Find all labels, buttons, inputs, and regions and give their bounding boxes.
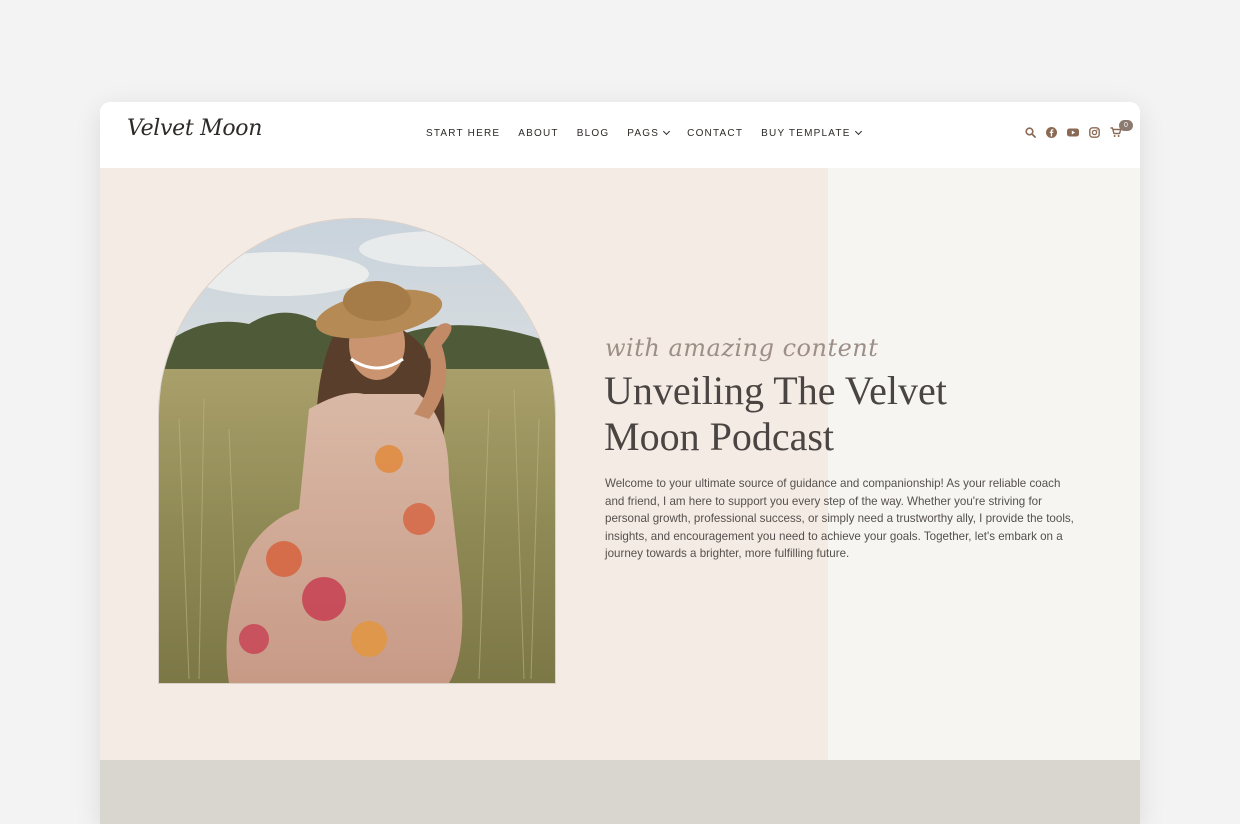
hero-photo-arch xyxy=(158,218,556,684)
footer-band xyxy=(100,760,1140,824)
nav-item-contact[interactable]: CONTACT xyxy=(687,128,743,139)
facebook-icon[interactable] xyxy=(1046,127,1057,138)
site-header: Velvet Moon START HERE ABOUT BLOG PAGS C… xyxy=(100,102,1140,168)
cart-button[interactable]: 0 xyxy=(1110,120,1133,138)
cart-count-badge: 0 xyxy=(1119,120,1133,131)
nav-item-buy-template[interactable]: BUY TEMPLATE xyxy=(761,127,862,139)
nav-item-blog[interactable]: BLOG xyxy=(577,128,610,139)
header-icons: 0 xyxy=(1025,120,1133,138)
nav-item-start-here[interactable]: START HERE xyxy=(426,128,500,139)
browser-frame: Velvet Moon START HERE ABOUT BLOG PAGS C… xyxy=(100,102,1140,824)
search-icon[interactable] xyxy=(1025,127,1036,138)
nav-item-about[interactable]: ABOUT xyxy=(518,128,558,139)
chevron-down-icon xyxy=(854,127,862,136)
main-nav: START HERE ABOUT BLOG PAGS CONTACT BUY T… xyxy=(426,127,879,139)
hero-script-subtitle: with amazing content xyxy=(605,334,879,362)
hero-title: Unveiling The Velvet Moon Podcast xyxy=(604,368,947,459)
hero-section: with amazing content Unveiling The Velve… xyxy=(100,168,1140,760)
chevron-down-icon xyxy=(663,127,671,136)
woman-in-field-photo xyxy=(159,219,555,683)
hero-body-text: Welcome to your ultimate source of guida… xyxy=(605,477,1074,561)
site-logo[interactable]: Velvet Moon xyxy=(127,116,262,141)
nav-item-pags[interactable]: PAGS xyxy=(627,127,671,139)
instagram-icon[interactable] xyxy=(1089,127,1100,138)
youtube-icon[interactable] xyxy=(1067,127,1079,138)
